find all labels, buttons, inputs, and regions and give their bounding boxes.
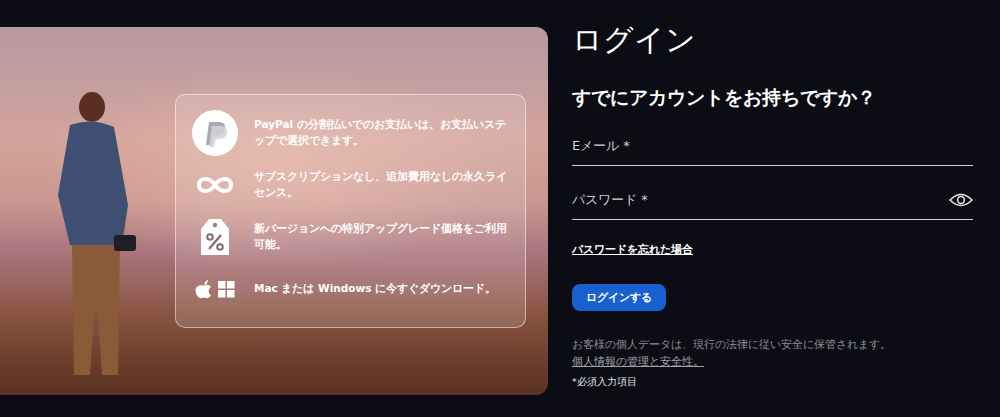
feature-item: 新バージョンへの特別アップグレード価格をご利用可能。 xyxy=(192,213,509,261)
feature-item: サブスクリプションなし、追加費用なしの永久ライセンス。 xyxy=(192,161,509,209)
login-form: ログイン すでにアカウントをお持ちですか？ パスワードを忘れた場合 ログインする… xyxy=(572,0,973,389)
paypal-icon xyxy=(192,110,238,156)
feature-text: PayPal の分割払いでのお支払いは、お支払いステップで選択できます。 xyxy=(254,117,509,149)
privacy-link[interactable]: 個人情報の管理と安全性。 xyxy=(572,355,704,367)
feature-card: PayPal の分割払いでのお支払いは、お支払いステップで選択できます。サブスク… xyxy=(175,94,526,328)
feature-item: PayPal の分割払いでのお支払いは、お支払いステップで選択できます。 xyxy=(192,109,509,157)
infinity-icon xyxy=(192,162,238,208)
email-field xyxy=(572,128,973,166)
eye-icon[interactable] xyxy=(949,192,973,208)
discount-tag-icon xyxy=(192,214,238,260)
required-note: *必須入力項目 xyxy=(572,375,973,389)
hero-photo: PayPal の分割払いでのお支払いは、お支払いステップで選択できます。サブスク… xyxy=(0,27,548,395)
photographer-icon xyxy=(30,85,140,385)
page-title: ログイン xyxy=(572,22,973,58)
feature-item: Mac または Windows に今すぐダウンロード。 xyxy=(192,265,509,313)
password-field xyxy=(572,182,973,220)
password-input[interactable] xyxy=(572,190,949,210)
email-input[interactable] xyxy=(572,136,973,156)
feature-text: Mac または Windows に今すぐダウンロード。 xyxy=(254,281,496,297)
privacy-text: お客様の個人データは、現行の法律に従い安全に保管されます。 xyxy=(572,336,973,352)
login-button[interactable]: ログインする xyxy=(572,284,666,312)
privacy-note: お客様の個人データは、現行の法律に従い安全に保管されます。 個人情報の管理と安全… xyxy=(572,336,973,369)
feature-text: 新バージョンへの特別アップグレード価格をご利用可能。 xyxy=(254,221,509,253)
forgot-password-link[interactable]: パスワードを忘れた場合 xyxy=(572,242,693,259)
form-subtitle: すでにアカウントをお持ちですか？ xyxy=(572,85,973,110)
apple-windows-icon xyxy=(192,266,238,312)
feature-text: サブスクリプションなし、追加費用なしの永久ライセンス。 xyxy=(254,169,509,201)
